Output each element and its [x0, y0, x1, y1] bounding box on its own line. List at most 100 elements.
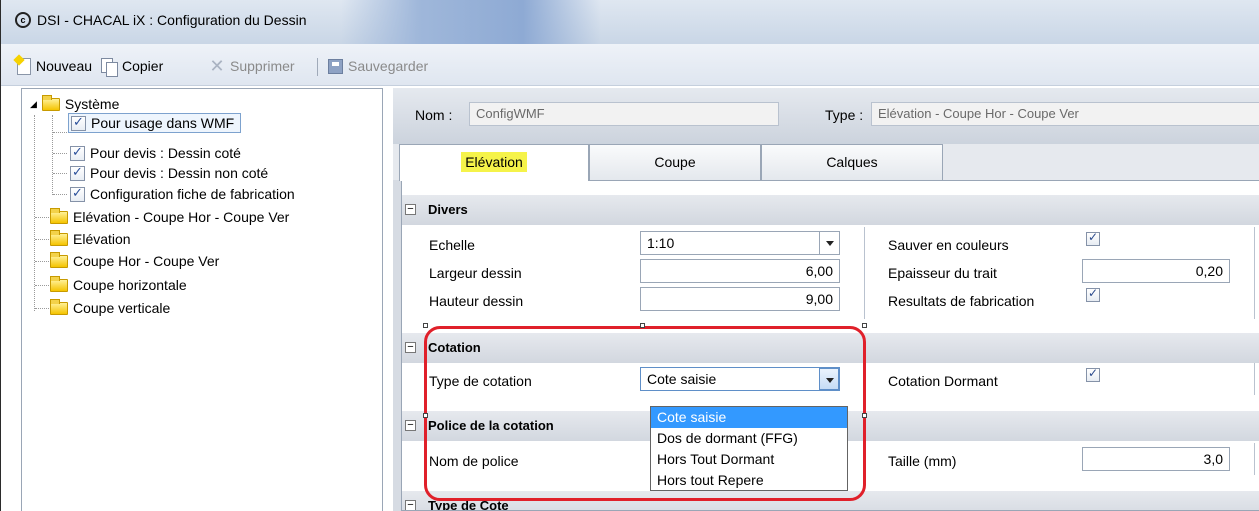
resize-handle — [862, 413, 867, 418]
column-divider — [1254, 443, 1255, 475]
tree-node-elev-coupe[interactable]: Elévation - Coupe Hor - Coupe Ver — [50, 207, 289, 227]
tree-selection: Pour usage dans WMF — [68, 113, 242, 133]
tree-node-coupe-verticale[interactable]: Coupe verticale — [50, 298, 170, 318]
name-label: Nom : — [415, 107, 453, 123]
tab-calques[interactable]: Calques — [761, 144, 943, 180]
copy-button-label: Copier — [122, 58, 164, 74]
resize-handle — [423, 323, 428, 328]
save-button[interactable]: Sauvegarder — [328, 56, 428, 76]
tree-node-fiche-fabrication[interactable]: Configuration fiche de fabrication — [70, 184, 295, 204]
tree-node-coupe-horizontale[interactable]: Coupe horizontale — [50, 275, 187, 295]
new-button[interactable]: Nouveau — [17, 56, 92, 76]
new-document-icon — [17, 57, 31, 75]
type-field[interactable]: Elévation - Coupe Hor - Coupe Ver — [871, 102, 1259, 126]
tree-connector — [35, 285, 49, 286]
toolbar: Nouveau Copier ✕ Supprimer Sauvegarder — [1, 44, 1259, 86]
folder-icon — [50, 251, 68, 268]
tab-label: Calques — [826, 154, 878, 170]
type-cotation-select[interactable]: Cote saisie — [640, 367, 840, 391]
dropdown-option[interactable]: Cote saisie — [651, 407, 847, 428]
folder-icon — [41, 94, 60, 111]
resize-handle — [640, 323, 645, 328]
tab-strip: Elévation Coupe Calques — [393, 144, 1259, 181]
resultats-checkbox[interactable] — [1086, 286, 1100, 302]
epaisseur-input[interactable]: 0,20 — [1082, 259, 1230, 283]
hauteur-input[interactable]: 9,00 — [640, 287, 840, 311]
tree-connector — [53, 132, 67, 133]
hauteur-label: Hauteur dessin — [429, 293, 524, 309]
cotation-dormant-label: Cotation Dormant — [888, 373, 998, 389]
tree-connector — [53, 173, 67, 174]
property-grid: − Divers Echelle 1:10 Largeur dessin 6,0… — [401, 180, 1259, 511]
cotation-dormant-checkbox[interactable] — [1086, 366, 1100, 382]
new-button-label: Nouveau — [36, 58, 93, 74]
tree-node-coupe-hor-ver[interactable]: Coupe Hor - Coupe Ver — [50, 251, 219, 271]
tree-node-devis-non-cote[interactable]: Pour devis : Dessin non coté — [70, 163, 268, 183]
echelle-value: 1:10 — [647, 235, 675, 251]
collapse-icon[interactable]: − — [405, 342, 416, 353]
config-panel: Nom : ConfigWMF Type : Elévation - Coupe… — [393, 88, 1259, 511]
resize-handle — [862, 323, 867, 328]
section-title: Police de la cotation — [428, 418, 554, 433]
chevron-down-icon[interactable] — [819, 232, 839, 254]
column-divider — [1254, 363, 1255, 395]
tree-connector — [35, 217, 49, 218]
title-bar: c DSI - CHACAL iX : Configuration du Des… — [1, 0, 1259, 44]
epaisseur-label: Epaisseur du trait — [888, 265, 997, 281]
folder-icon — [50, 298, 68, 315]
couleurs-checkbox[interactable] — [1086, 230, 1100, 246]
tree-connector — [53, 194, 67, 195]
tree-node-elevation[interactable]: Elévation — [50, 229, 131, 249]
folder-icon — [50, 229, 68, 246]
section-divers[interactable]: − Divers — [402, 195, 1259, 225]
toolbar-separator — [317, 58, 318, 76]
dropdown-option[interactable]: Dos de dormant (FFG) — [651, 428, 847, 449]
nom-police-label: Nom de police — [429, 453, 519, 469]
window-title: DSI - CHACAL iX : Configuration du Dessi… — [37, 12, 307, 28]
tree-node-label: Coupe horizontale — [73, 277, 187, 293]
expand-triangle-icon[interactable]: ◢ — [30, 99, 37, 110]
tree-node-label: Pour usage dans WMF — [91, 115, 235, 131]
type-cotation-dropdown[interactable]: Cote saisie Dos de dormant (FFG) Hors To… — [650, 406, 848, 491]
tree-connector — [35, 308, 49, 309]
largeur-label: Largeur dessin — [429, 265, 522, 281]
copy-button[interactable]: Copier — [101, 56, 164, 77]
dropdown-option[interactable]: Hors Tout Dormant — [651, 449, 847, 470]
tree-node-label: Pour devis : Dessin coté — [90, 145, 241, 161]
resultats-label: Resultats de fabrication — [888, 293, 1035, 309]
delete-button[interactable]: ✕ Supprimer — [209, 56, 294, 76]
echelle-label: Echelle — [429, 237, 475, 253]
tree-node-label: Configuration fiche de fabrication — [90, 186, 295, 202]
tab-coupe[interactable]: Coupe — [589, 144, 761, 180]
collapse-icon[interactable]: − — [405, 204, 416, 215]
tree-connector — [35, 261, 49, 262]
tree-node-system[interactable]: ◢ Système — [30, 94, 119, 114]
collapse-icon[interactable]: − — [405, 420, 416, 431]
taille-input[interactable]: 3,0 — [1082, 447, 1230, 471]
tree-node-label: Coupe Hor - Coupe Ver — [73, 253, 220, 269]
checked-icon — [71, 114, 86, 131]
config-tree[interactable]: ◢ Système Pour usage dans WMF Pour devis… — [21, 88, 383, 511]
tree-node-devis-cote[interactable]: Pour devis : Dessin coté — [70, 143, 241, 163]
echelle-select[interactable]: 1:10 — [640, 231, 840, 255]
dropdown-option[interactable]: Hors tout Repere — [651, 470, 847, 491]
tree-connector — [52, 115, 53, 195]
section-type-cote[interactable]: − Type de Cote — [402, 491, 1259, 510]
tree-node-label: Système — [64, 96, 120, 112]
copyright-icon: c — [15, 12, 31, 28]
tab-elevation[interactable]: Elévation — [399, 144, 589, 181]
collapse-icon[interactable]: − — [405, 500, 416, 510]
name-field[interactable]: ConfigWMF — [469, 102, 779, 126]
largeur-input[interactable]: 6,00 — [640, 259, 840, 283]
app-window: c DSI - CHACAL iX : Configuration du Des… — [0, 0, 1259, 511]
tree-node-wmf[interactable]: Pour usage dans WMF — [68, 113, 242, 133]
delete-x-icon: ✕ — [209, 56, 225, 76]
column-divider — [864, 227, 865, 319]
tree-connector — [34, 115, 35, 311]
tree-connector — [53, 153, 67, 154]
chevron-down-icon[interactable] — [819, 368, 839, 390]
tab-label: Elévation — [461, 152, 527, 172]
section-cotation[interactable]: − Cotation — [402, 333, 1259, 363]
tab-label: Coupe — [654, 154, 696, 170]
checked-icon — [70, 144, 85, 161]
